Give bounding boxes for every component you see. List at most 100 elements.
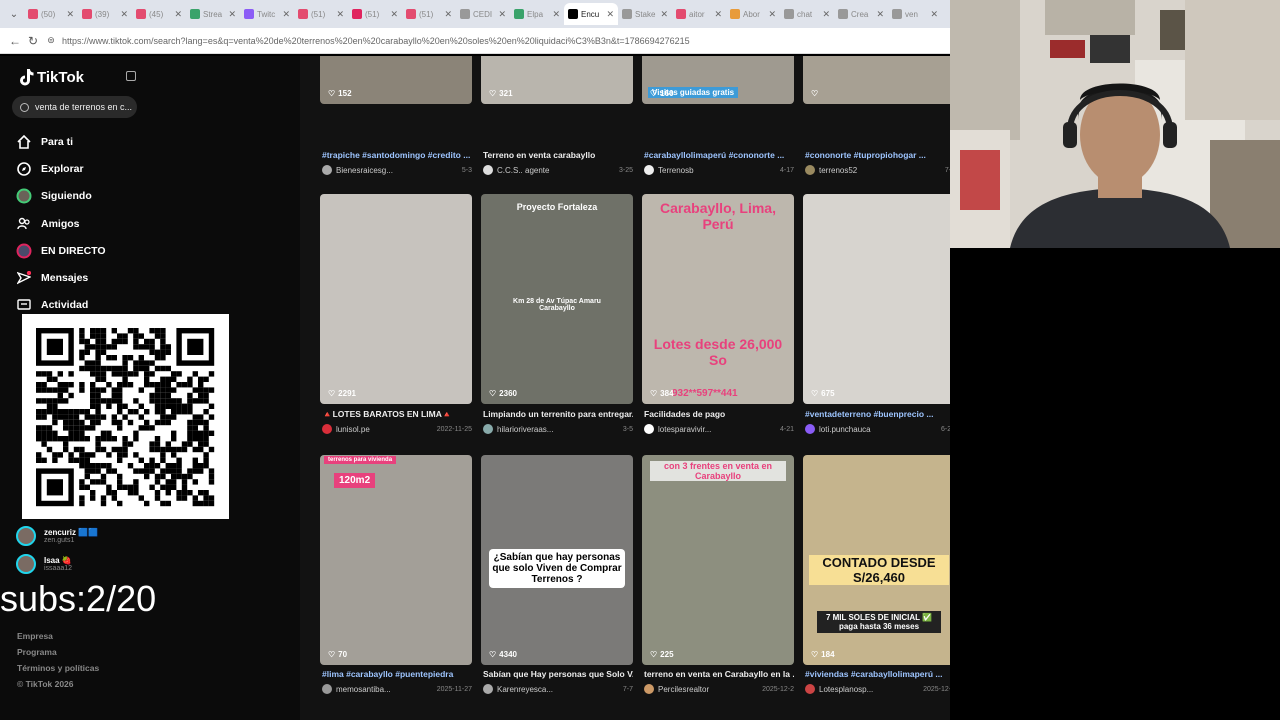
- video-thumbnail[interactable]: terrenos para vivienda 120m2 ♡ 70: [320, 455, 472, 665]
- video-title[interactable]: #carabayllolimaperú #cononorte ...: [644, 150, 794, 160]
- browser-tab[interactable]: Stake ✕: [618, 3, 672, 25]
- close-tab-icon[interactable]: ✕: [120, 9, 128, 20]
- author-name[interactable]: C.C.S.. agente: [497, 166, 619, 175]
- browser-tab[interactable]: Crea ✕: [834, 3, 888, 25]
- close-tab-icon[interactable]: ✕: [444, 9, 452, 20]
- browser-tab[interactable]: (51) ✕: [348, 3, 402, 25]
- video-title[interactable]: #viviendas #carabayllolimaperú ...: [805, 669, 950, 679]
- browser-tab[interactable]: (50) ✕: [24, 3, 78, 25]
- collapse-sidebar-icon[interactable]: [126, 71, 136, 81]
- close-tab-icon[interactable]: ✕: [876, 9, 884, 20]
- back-icon[interactable]: ←: [6, 34, 24, 48]
- browser-tab[interactable]: ven ✕: [888, 3, 942, 25]
- video-title[interactable]: terreno en venta en Carabayllo en la ...: [644, 669, 794, 679]
- video-title[interactable]: Sabían que Hay personas que Solo V...: [483, 669, 633, 679]
- author-name[interactable]: hilarioriveraas...: [497, 425, 623, 434]
- browser-tab[interactable]: CEDI ✕: [456, 3, 510, 25]
- avatar[interactable]: [322, 684, 332, 694]
- close-tab-icon[interactable]: ✕: [714, 9, 722, 20]
- browser-tab[interactable]: (51) ✕: [294, 3, 348, 25]
- author-name[interactable]: lunisol.pe: [336, 425, 437, 434]
- avatar[interactable]: [483, 684, 493, 694]
- close-tab-icon[interactable]: ✕: [606, 9, 614, 20]
- video-title[interactable]: #ventadeterreno #buenprecio ...: [805, 409, 950, 419]
- author-name[interactable]: Bienesraicesg...: [336, 166, 462, 175]
- site-info-icon[interactable]: ⊜: [42, 35, 60, 46]
- video-title[interactable]: Facilidades de pago: [644, 409, 794, 419]
- author-name[interactable]: Terrenosb: [658, 166, 780, 175]
- video-thumbnail[interactable]: ♡ 152: [320, 56, 472, 104]
- footer-link[interactable]: Programa: [17, 647, 99, 657]
- avatar[interactable]: [644, 684, 654, 694]
- browser-tab[interactable]: chat ✕: [780, 3, 834, 25]
- author-name[interactable]: Percilesrealtor: [658, 685, 762, 694]
- video-thumbnail[interactable]: con 3 frentes en venta en Carabayllo ♡ 225: [642, 455, 794, 665]
- avatar[interactable]: [805, 424, 815, 434]
- author-name[interactable]: loti.punchauca: [819, 425, 941, 434]
- avatar[interactable]: [644, 165, 654, 175]
- author-name[interactable]: Lotesplanosp...: [819, 685, 923, 694]
- avatar[interactable]: [483, 424, 493, 434]
- url-field[interactable]: https://www.tiktok.com/search?lang=es&q=…: [62, 36, 690, 46]
- video-thumbnail[interactable]: Proyecto Fortaleza Km 28 de Av Túpac Amar…: [481, 194, 633, 404]
- avatar[interactable]: [805, 684, 815, 694]
- browser-tab[interactable]: aitor ✕: [672, 3, 726, 25]
- reload-icon[interactable]: ↻: [24, 34, 42, 48]
- close-tab-icon[interactable]: ✕: [66, 9, 74, 20]
- browser-tab[interactable]: (39) ✕: [78, 3, 132, 25]
- close-tab-icon[interactable]: ✕: [930, 9, 938, 20]
- close-tab-icon[interactable]: ✕: [660, 9, 668, 20]
- browser-tab[interactable]: Strea ✕: [186, 3, 240, 25]
- video-thumbnail[interactable]: CONTADO DESDE S/26,460 7 MIL SOLES DE INI…: [803, 455, 950, 665]
- author-name[interactable]: lotesparavivir...: [658, 425, 780, 434]
- nav-item-mensajes[interactable]: Mensajes: [16, 264, 106, 291]
- browser-tab[interactable]: Twitc ✕: [240, 3, 294, 25]
- nav-item-en-directo[interactable]: EN DIRECTO: [16, 237, 106, 264]
- video-thumbnail[interactable]: Visitas guiadas gratis ♡ 160: [642, 56, 794, 104]
- video-title[interactable]: #lima #carabayllo #puentepiedra: [322, 669, 472, 679]
- video-thumbnail[interactable]: ¿Sabían que hay personas que solo Viven …: [481, 455, 633, 665]
- video-thumbnail[interactable]: Carabayllo, Lima, Perú Lotes desde 26,000…: [642, 194, 794, 404]
- video-title[interactable]: #trapiche #santodomingo #credito ...: [322, 150, 472, 160]
- footer-link[interactable]: Empresa: [17, 631, 99, 641]
- browser-tab[interactable]: (45) ✕: [132, 3, 186, 25]
- close-tab-icon[interactable]: ✕: [552, 9, 560, 20]
- browser-tab[interactable]: Elpa ✕: [510, 3, 564, 25]
- nav-item-explorar[interactable]: Explorar: [16, 155, 106, 182]
- following-user[interactable]: Isaa 🍓 issaaa12: [16, 554, 98, 574]
- video-title[interactable]: Limpiando un terrenito para entregar...: [483, 409, 633, 419]
- video-thumbnail[interactable]: ♡ 675: [803, 194, 950, 404]
- avatar[interactable]: [322, 424, 332, 434]
- search-input[interactable]: [35, 102, 135, 112]
- close-tab-icon[interactable]: ✕: [768, 9, 776, 20]
- video-thumbnail[interactable]: ♡ 2291: [320, 194, 472, 404]
- avatar[interactable]: [644, 424, 654, 434]
- video-thumbnail[interactable]: Lotes de 1 en Santo Domingo♡: [803, 56, 950, 104]
- browser-tab[interactable]: (51) ✕: [402, 3, 456, 25]
- avatar[interactable]: [483, 165, 493, 175]
- following-user[interactable]: zencuriz 🟦🟦 zen.guts1: [16, 526, 98, 546]
- footer-link[interactable]: Términos y políticas: [17, 663, 99, 673]
- close-tab-icon[interactable]: ✕: [822, 9, 830, 20]
- close-tab-icon[interactable]: ✕: [390, 9, 398, 20]
- close-tab-icon[interactable]: ✕: [228, 9, 236, 20]
- tab-search-icon[interactable]: ⌄: [4, 9, 24, 20]
- nav-item-para-ti[interactable]: Para ti: [16, 128, 106, 155]
- avatar[interactable]: [322, 165, 332, 175]
- browser-tab[interactable]: Encu ✕: [564, 3, 618, 25]
- author-name[interactable]: Karenreyesca...: [497, 685, 623, 694]
- close-tab-icon[interactable]: ✕: [174, 9, 182, 20]
- close-tab-icon[interactable]: ✕: [498, 9, 506, 20]
- search-bar[interactable]: [12, 96, 137, 118]
- video-title[interactable]: #cononorte #tupropiohogar ...: [805, 150, 950, 160]
- video-title[interactable]: Terreno en venta carabayllo: [483, 150, 633, 160]
- author-name[interactable]: terrenos52: [819, 166, 945, 175]
- nav-item-siguiendo[interactable]: Siguiendo: [16, 183, 106, 210]
- tiktok-logo[interactable]: TikTok: [18, 68, 84, 86]
- close-tab-icon[interactable]: ✕: [336, 9, 344, 20]
- nav-item-amigos[interactable]: Amigos: [16, 210, 106, 237]
- video-title[interactable]: 🔺LOTES BARATOS EN LIMA🔺: [322, 409, 472, 420]
- avatar[interactable]: [805, 165, 815, 175]
- video-thumbnail[interactable]: ♡ 321: [481, 56, 633, 104]
- author-name[interactable]: memosantiba...: [336, 685, 437, 694]
